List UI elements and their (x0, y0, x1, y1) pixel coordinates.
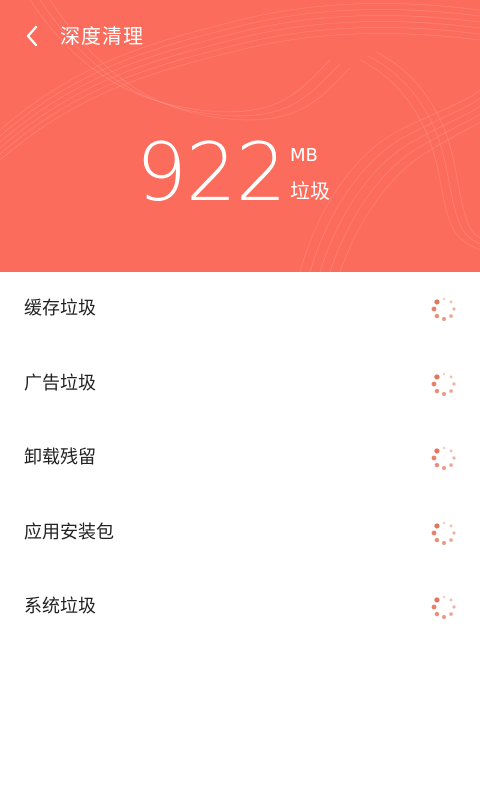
spinner-dot (452, 456, 456, 460)
spinner-dot (442, 521, 446, 524)
scan-item-cache[interactable]: 缓存垃圾 (0, 272, 480, 347)
spinner-dot (449, 463, 453, 468)
spinner-dot (452, 531, 456, 535)
spinner-dot (434, 612, 440, 617)
scan-item-system[interactable]: 系统垃圾 (0, 570, 480, 645)
page-title: 深度清理 (60, 24, 144, 48)
scan-item-ads[interactable]: 广告垃圾 (0, 347, 480, 422)
spinner-dot (442, 372, 446, 375)
spinner-dot (452, 605, 456, 609)
loading-spinner-icon (431, 447, 456, 471)
spinner-dot (434, 597, 440, 603)
spinner-dot (431, 455, 437, 461)
spinner-dot (442, 596, 446, 599)
spinner-dot (434, 388, 440, 394)
junk-size-label: 垃圾 (290, 179, 330, 203)
spinner-dot (434, 448, 440, 454)
scan-item-list: 缓存垃圾 广告垃圾 卸载残留 应用安装包 系统垃圾 (0, 272, 480, 645)
spinner-dot (449, 612, 453, 617)
spinner-dot (449, 389, 453, 393)
spinner-dot (431, 306, 437, 312)
spinner-dot (442, 391, 446, 396)
spinner-dot (431, 530, 437, 536)
scan-item-label: 系统垃圾 (24, 596, 96, 618)
scan-item-label: 缓存垃圾 (24, 298, 96, 320)
scan-item-apk-packages[interactable]: 应用安装包 (0, 496, 480, 571)
spinner-dot (452, 307, 456, 311)
spinner-dot (434, 537, 440, 543)
spinner-dot (431, 604, 437, 610)
loading-spinner-icon (431, 596, 456, 620)
spinner-dot (442, 540, 446, 545)
spinner-dot (442, 317, 446, 322)
spinner-dot (434, 299, 440, 305)
scan-item-label: 广告垃圾 (24, 372, 96, 394)
spinner-dot (431, 381, 437, 387)
back-button[interactable] (14, 18, 50, 54)
spinner-dot (449, 449, 453, 453)
scan-item-label: 应用安装包 (24, 521, 114, 543)
spinner-dot (442, 298, 446, 301)
scan-item-uninstall-residue[interactable]: 卸载残留 (0, 421, 480, 496)
spinner-dot (449, 598, 453, 602)
header-banner: 深度清理 922 MB 垃圾 (0, 0, 480, 272)
loading-spinner-icon (431, 372, 456, 396)
spinner-dot (449, 538, 453, 542)
spinner-dot (449, 314, 453, 319)
spinner-dot (434, 374, 440, 380)
spinner-dot (434, 463, 440, 468)
loading-spinner-icon (431, 521, 456, 545)
scan-item-label: 卸载残留 (24, 447, 96, 469)
junk-size-unit: MB (290, 145, 318, 166)
spinner-dot (449, 300, 453, 304)
loading-spinner-icon (431, 298, 456, 322)
spinner-dot (442, 447, 446, 450)
spinner-dot (434, 523, 440, 529)
spinner-dot (449, 375, 453, 379)
spinner-dot (452, 382, 456, 386)
spinner-dot (442, 615, 446, 620)
spinner-dot (442, 466, 446, 471)
junk-size-value: 922 (136, 126, 287, 219)
chevron-left-icon (26, 25, 38, 47)
spinner-dot (449, 524, 453, 528)
spinner-dot (434, 314, 440, 319)
